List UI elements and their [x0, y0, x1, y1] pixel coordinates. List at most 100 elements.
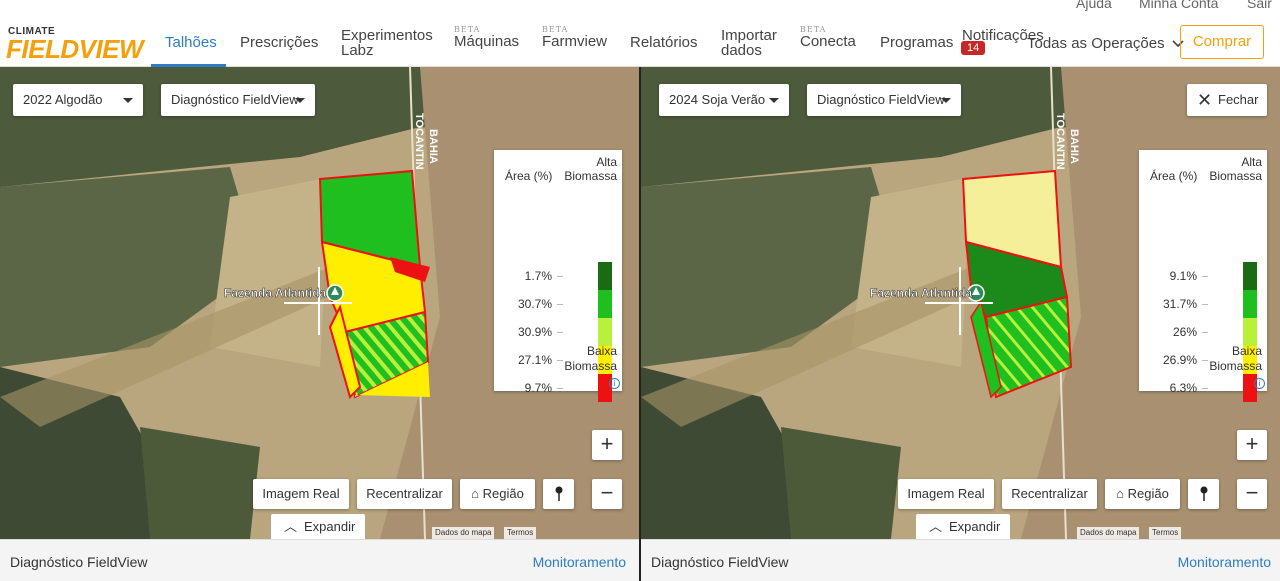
- legend-low-label: Baixa Biomassa: [564, 344, 617, 373]
- operations-dropdown[interactable]: Todas as Operações: [1027, 35, 1184, 52]
- layer-dropdown[interactable]: Diagnóstico FieldView: [161, 84, 315, 116]
- layer-label: Diagnóstico FieldView: [171, 92, 299, 107]
- pin-button[interactable]: [543, 479, 574, 509]
- nav-prescricoes[interactable]: Prescrições: [240, 35, 318, 50]
- caret-down-icon: [295, 98, 305, 103]
- legend-tick: [557, 360, 563, 361]
- region-label: Região: [1127, 486, 1169, 501]
- zoom-out-button[interactable]: −: [1237, 479, 1267, 509]
- legend-pct: 9.7%: [524, 381, 552, 395]
- caret-down-icon: [769, 98, 779, 103]
- nav-label: Conecta: [800, 33, 856, 50]
- real-image-button[interactable]: Imagem Real: [898, 479, 994, 509]
- map-terms-link[interactable]: Termos: [1149, 527, 1182, 539]
- legend-pct: 30.9%: [517, 325, 552, 339]
- layer-label: Diagnóstico FieldView: [817, 92, 945, 107]
- chevron-up-icon: ︿: [929, 519, 943, 534]
- info-icon[interactable]: i: [609, 378, 620, 389]
- recenter-button[interactable]: Recentralizar: [1002, 479, 1097, 509]
- svg-text:Fazenda Atlantida: Fazenda Atlantida: [224, 286, 327, 300]
- legend-tick: [557, 276, 563, 277]
- nav-label: Máquinas: [454, 33, 520, 50]
- caret-down-icon: [941, 98, 951, 103]
- zoom-in-button[interactable]: +: [592, 430, 622, 460]
- nav-talhoes[interactable]: Talhões: [165, 35, 217, 50]
- season-dropdown[interactable]: 2022 Algodão: [13, 84, 143, 116]
- nav-relatorios[interactable]: Relatórios: [630, 35, 698, 50]
- pin-button[interactable]: [1188, 479, 1219, 509]
- close-icon: ✕: [1197, 90, 1213, 110]
- legend-tick: [557, 332, 563, 333]
- zoom-out-button[interactable]: −: [592, 479, 622, 509]
- legend-swatch: [1243, 374, 1257, 402]
- expand-label: Expandir: [304, 519, 356, 534]
- expand-button[interactable]: ︿ Expandir: [916, 514, 1010, 539]
- notifications-badge[interactable]: 14: [961, 41, 986, 55]
- monitoring-link[interactable]: Monitoramento: [533, 554, 626, 570]
- nav-experimentos-labz[interactable]: Experimentos Labz: [341, 28, 433, 58]
- map-data-attribution[interactable]: Dados do mapa: [432, 527, 495, 539]
- fieldview-logo[interactable]: CLIMATE FIELDVIEW: [6, 26, 144, 64]
- map-panel-right: Fazenda Atlantida BAHIA TOCANTIN 2024 So…: [641, 67, 1280, 581]
- region-label: Região: [482, 486, 524, 501]
- map-pin-icon: [554, 486, 564, 505]
- close-compare-button[interactable]: ✕ Fechar: [1187, 84, 1267, 116]
- map-view[interactable]: Fazenda Atlantida BAHIA TOCANTIN 2022 Al…: [0, 67, 640, 539]
- logout-link[interactable]: Sair: [1247, 0, 1272, 11]
- help-link[interactable]: Ajuda: [1076, 0, 1112, 11]
- nav-label: Importar dados: [721, 27, 777, 59]
- expand-button[interactable]: ︿ Expandir: [271, 514, 365, 539]
- zoom-in-button[interactable]: +: [1237, 430, 1267, 460]
- recenter-button[interactable]: Recentralizar: [357, 479, 452, 509]
- home-icon: ⌂: [471, 486, 480, 501]
- info-icon[interactable]: i: [1254, 378, 1265, 389]
- panel-footer: Diagnóstico FieldView Monitoramento: [0, 539, 640, 581]
- legend-area-header: Área (%): [1150, 169, 1198, 183]
- legend-tick: [1202, 276, 1208, 277]
- my-account-link[interactable]: Minha Conta: [1139, 0, 1218, 11]
- nav-label: Experimentos Labz: [341, 27, 433, 59]
- real-image-button[interactable]: Imagem Real: [253, 479, 349, 509]
- chevron-up-icon: ︿: [284, 519, 298, 534]
- legend-tick: [1202, 304, 1208, 305]
- season-dropdown[interactable]: 2024 Soja Verão: [659, 84, 789, 116]
- region-button[interactable]: ⌂ Região: [460, 479, 535, 509]
- legend-tick: [1202, 360, 1208, 361]
- map-view[interactable]: Fazenda Atlantida BAHIA TOCANTIN 2024 So…: [641, 67, 1280, 539]
- legend-pct: 9.1%: [1169, 269, 1197, 283]
- legend-swatch: [598, 290, 612, 318]
- map-terms-link[interactable]: Termos: [504, 527, 537, 539]
- legend-pct: 31.7%: [1162, 297, 1197, 311]
- map-pin-icon: [1199, 486, 1209, 505]
- biomass-legend: Área (%) Alta Biomassa 9.1% 31.7% 26% 26.…: [1139, 150, 1267, 402]
- legend-pct: 30.7%: [517, 297, 552, 311]
- region-button[interactable]: ⌂ Região: [1105, 479, 1180, 509]
- main-navbar: CLIMATE FIELDVIEW Talhões Prescrições Ex…: [0, 18, 1280, 67]
- legend-swatch: [1243, 290, 1257, 318]
- monitoring-link[interactable]: Monitoramento: [1178, 554, 1271, 570]
- legend-swatch: [598, 262, 612, 290]
- nav-farmview[interactable]: BETA Farmview: [542, 25, 607, 49]
- nav-importar-dados[interactable]: Importar dados: [721, 28, 781, 58]
- legend-high-label: Alta Biomassa: [564, 155, 617, 183]
- map-data-attribution[interactable]: Dados do mapa: [1077, 527, 1140, 539]
- layer-dropdown[interactable]: Diagnóstico FieldView: [807, 84, 961, 116]
- svg-text:TOCANTIN: TOCANTIN: [413, 113, 425, 170]
- legend-tick: [1202, 388, 1208, 389]
- nav-label: Prescrições: [240, 34, 319, 51]
- legend-tick: [557, 304, 563, 305]
- season-label: 2022 Algodão: [23, 92, 103, 107]
- nav-conecta[interactable]: BETA Conecta: [800, 25, 856, 49]
- biomass-legend: Área (%) Alta Biomassa 1.7% 30.7% 30.9% 2…: [494, 150, 622, 402]
- legend-low-label: Baixa Biomassa: [1209, 344, 1262, 373]
- legend-swatch: [1243, 262, 1257, 290]
- buy-button[interactable]: Comprar: [1180, 25, 1264, 59]
- nav-maquinas[interactable]: BETA Máquinas: [454, 25, 519, 49]
- svg-text:Fazenda Atlantida: Fazenda Atlantida: [870, 286, 973, 300]
- nav-programas[interactable]: Programas: [880, 35, 953, 50]
- footer-title: Diagnóstico FieldView: [651, 554, 789, 570]
- svg-text:BAHIA: BAHIA: [1068, 129, 1080, 164]
- legend-tick: [557, 388, 563, 389]
- operations-dropdown-label: Todas as Operações: [1027, 35, 1165, 52]
- legend-pct: 1.7%: [524, 269, 552, 283]
